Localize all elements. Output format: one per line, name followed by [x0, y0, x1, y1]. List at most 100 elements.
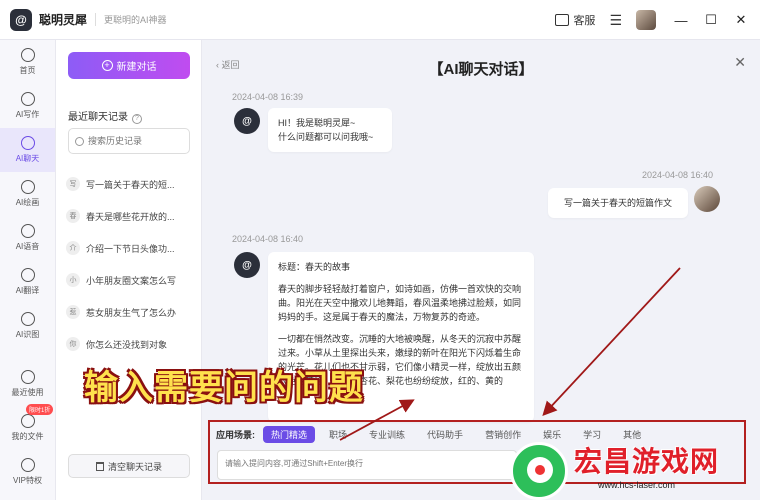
customer-service-label: 客服	[573, 15, 596, 27]
menu-icon[interactable]: ☰	[609, 12, 622, 29]
diamond-icon	[20, 458, 35, 472]
avatar	[636, 10, 656, 30]
vip-promo-badge: 限时1折	[26, 404, 54, 415]
help-icon[interactable]: ?	[132, 114, 142, 124]
message-timestamp: 2024-04-08 16:40	[232, 234, 304, 244]
history-item-tag: 小	[66, 273, 80, 287]
message-timestamp: 2024-04-08 16:40	[642, 170, 714, 180]
history-item[interactable]: 你你怎么还没找到对象	[66, 328, 194, 360]
nav-item-ai-image-recognition[interactable]: AI识图	[0, 304, 55, 348]
chat-title: 【AI聊天对话】	[428, 61, 534, 78]
overlay-caption: 输入需要问的问题	[84, 368, 364, 408]
nav-label: AI识图	[15, 330, 40, 339]
title-bar: @ 聪明灵犀 更聪明的AI神器 客服 ☰ — ☐ ✕	[0, 0, 760, 40]
history-item-text: 小年朋友圈文案怎么写	[86, 275, 177, 286]
history-item-tag: 春	[66, 209, 80, 223]
history-list: 写写一篇关于春天的短... 春春天是哪些花开放的... 介介绍一下节日头像功..…	[66, 168, 194, 360]
essay-heading: 标题：春天的故事	[278, 262, 351, 272]
nav-label: 最近使用	[11, 388, 44, 397]
app-name: 聪明灵犀	[39, 13, 88, 27]
file-icon	[20, 414, 35, 428]
left-nav: 首页 AI写作 AI聊天 AI绘画 AI语音 AI翻译 AI识图 最近使用 我的…	[0, 40, 56, 500]
scan-icon	[20, 312, 35, 326]
scene-label: 应用场景:	[216, 429, 255, 440]
clock-icon	[20, 370, 35, 384]
history-item[interactable]: 介介绍一下节日头像功...	[66, 232, 194, 264]
history-item[interactable]: 小小年朋友圈文案怎么写	[66, 264, 194, 296]
history-item-text: 写一篇关于春天的短...	[86, 179, 175, 190]
history-item[interactable]: 春春天是哪些花开放的...	[66, 200, 194, 232]
bot-avatar-icon: @	[234, 108, 260, 134]
app-logo-icon: @	[10, 8, 32, 31]
history-item-tag: 介	[66, 241, 80, 255]
scene-chip-hot[interactable]: 热门精选	[263, 425, 316, 443]
history-search[interactable]	[68, 128, 190, 154]
clear-history-button[interactable]: 清空聊天记录	[68, 454, 190, 478]
chat-icon	[20, 136, 35, 150]
scene-chip-code[interactable]: 代码助手	[419, 426, 471, 443]
history-title-text: 最近聊天记录	[68, 112, 128, 123]
nav-label: AI语音	[15, 242, 40, 251]
chat-input[interactable]	[218, 451, 516, 479]
translate-icon	[20, 268, 35, 282]
watermark-url: www.hcs-laser.com	[598, 480, 676, 490]
scene-chip-entertainment[interactable]: 娱乐	[535, 426, 569, 443]
nav-label: AI写作	[15, 110, 40, 119]
watermark-text: 宏昌游戏网	[574, 445, 720, 478]
history-item-tag: 你	[66, 337, 80, 351]
scene-chip-workplace[interactable]: 职场	[321, 426, 355, 443]
chat-bubble-icon	[555, 14, 570, 26]
nav-item-ai-writing[interactable]: AI写作	[0, 84, 55, 128]
app-slogan: 更聪明的AI神器	[95, 13, 167, 26]
nav-label: AI绘画	[15, 198, 40, 207]
bot-message: HI！我是聪明灵犀~ 什么问题都可以问我哦~	[268, 108, 392, 152]
nav-item-ai-painting[interactable]: AI绘画	[0, 172, 55, 216]
history-item-text: 你怎么还没找到对象	[86, 339, 168, 350]
nav-item-ai-chat[interactable]: AI聊天	[0, 128, 55, 172]
user-avatar-button[interactable]	[636, 10, 656, 30]
history-item[interactable]: 写写一篇关于春天的短...	[66, 168, 194, 200]
history-item[interactable]: 惹惹女朋友生气了怎么办	[66, 296, 194, 328]
brush-icon	[20, 180, 35, 194]
nav-item-ai-translate[interactable]: AI翻译	[0, 260, 55, 304]
plus-icon: +	[101, 60, 113, 71]
history-item-text: 介绍一下节日头像功...	[86, 243, 175, 254]
pen-icon	[20, 92, 35, 106]
headphone-icon	[20, 224, 35, 238]
nav-label: 首页	[19, 66, 36, 75]
close-chat-icon[interactable]: ✕	[734, 54, 746, 71]
history-item-tag: 写	[66, 177, 80, 191]
maximize-button[interactable]: ☐	[700, 12, 722, 28]
nav-label: 我的文件	[11, 432, 44, 441]
scene-chip-training[interactable]: 专业训练	[361, 426, 413, 443]
nav-item-home[interactable]: 首页	[0, 40, 55, 84]
bot-message-line: HI！我是聪明灵犀~	[278, 118, 356, 128]
nav-label: AI聊天	[15, 154, 40, 163]
nav-label: VIP特权	[13, 476, 42, 485]
watermark-logo-icon	[510, 442, 568, 500]
history-item-text: 惹女朋友生气了怎么办	[86, 307, 177, 318]
trash-icon	[95, 461, 104, 471]
history-item-text: 春天是哪些花开放的...	[86, 211, 175, 222]
nav-item-vip[interactable]: VIP特权	[0, 450, 55, 494]
home-icon	[20, 48, 35, 62]
close-window-button[interactable]: ✕	[730, 12, 752, 28]
history-title: 最近聊天记录?	[68, 108, 142, 124]
new-chat-label: 新建对话	[116, 62, 157, 73]
clear-history-label: 清空聊天记录	[107, 461, 162, 472]
history-item-tag: 惹	[66, 305, 80, 319]
customer-service-button[interactable]: 客服	[555, 12, 595, 28]
history-panel: + 新建对话 最近聊天记录? 写写一篇关于春天的短... 春春天是哪些花开放的.…	[56, 40, 202, 500]
minimize-button[interactable]: —	[670, 13, 692, 28]
history-search-input[interactable]	[88, 136, 183, 146]
bot-message-line: 什么问题都可以问我哦~	[278, 132, 374, 142]
nav-item-recent[interactable]: 最近使用	[0, 362, 55, 406]
nav-label: AI翻译	[15, 286, 40, 295]
user-avatar	[694, 186, 720, 212]
message-timestamp: 2024-04-08 16:39	[232, 92, 304, 102]
new-chat-button[interactable]: + 新建对话	[68, 52, 190, 79]
scene-chip-marketing[interactable]: 营销创作	[477, 426, 529, 443]
chat-input-box[interactable]	[217, 450, 517, 480]
nav-item-ai-voice[interactable]: AI语音	[0, 216, 55, 260]
bot-avatar-icon: @	[234, 252, 260, 278]
